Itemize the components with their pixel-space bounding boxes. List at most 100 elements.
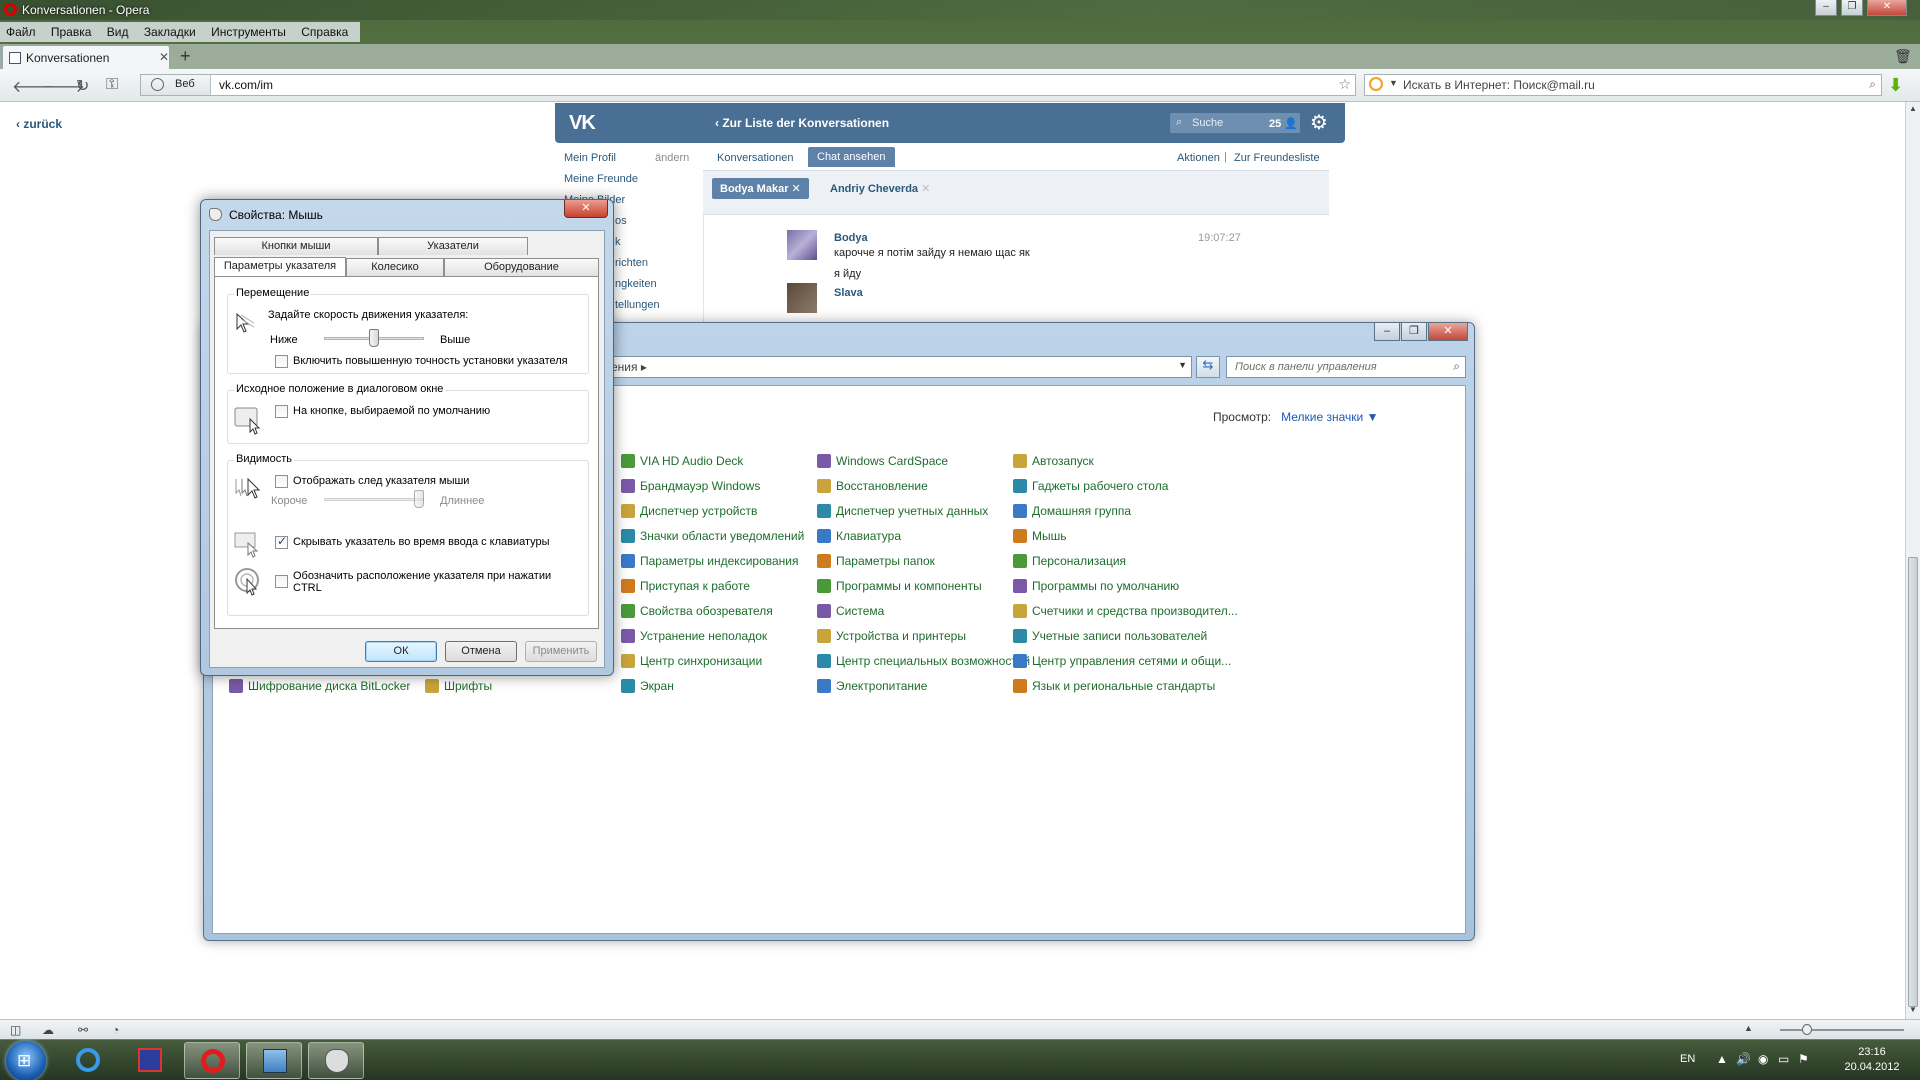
download-icon[interactable]: ⬇: [1888, 75, 1910, 95]
menu-bookmarks[interactable]: Закладки: [138, 22, 202, 39]
participant-chip[interactable]: Bodya Makar ✕: [712, 178, 809, 199]
flag-icon[interactable]: ⚑: [1798, 1052, 1809, 1066]
volume-icon[interactable]: 🔊: [1736, 1052, 1751, 1066]
clock[interactable]: 23:16 20.04.2012: [1840, 1045, 1904, 1075]
menu-edit[interactable]: Правка: [45, 22, 98, 39]
sidebar-edit-link[interactable]: ändern: [655, 152, 689, 164]
cp-item[interactable]: Система: [817, 604, 884, 618]
taskbar-control-panel[interactable]: [246, 1042, 302, 1079]
cp-item[interactable]: Диспетчер учетных данных: [817, 504, 988, 518]
tab-pointers[interactable]: Указатели: [378, 237, 528, 255]
cp-item[interactable]: Восстановление: [817, 479, 928, 493]
zoom-arrow-icon[interactable]: ▲: [1744, 1023, 1753, 1033]
gear-icon[interactable]: ⚙: [1310, 110, 1328, 135]
panel-toggle-icon[interactable]: ◫: [10, 1023, 21, 1037]
cp-item[interactable]: Экран: [621, 679, 674, 693]
menu-help[interactable]: Справка: [295, 22, 354, 39]
tab-conversations[interactable]: Konversationen: [717, 152, 793, 164]
web-badge[interactable]: Веб: [141, 75, 211, 95]
to-list-link[interactable]: ‹ Zur Liste der Konversationen: [715, 116, 889, 130]
cp-search-input[interactable]: Поиск в панели управления ⌕: [1226, 356, 1466, 378]
cp-item[interactable]: Параметры индексирования: [621, 554, 798, 568]
trails-length-slider[interactable]: [324, 498, 424, 501]
page-scrollbar[interactable]: ▲ ▼: [1905, 102, 1920, 1019]
message-author[interactable]: Bodya: [834, 232, 868, 244]
message-author[interactable]: Slava: [834, 287, 863, 299]
zoom-slider-thumb[interactable]: [1802, 1024, 1812, 1035]
tab-hardware[interactable]: Оборудование: [444, 258, 599, 276]
snap-to-default-checkbox[interactable]: [275, 405, 288, 418]
cp-item[interactable]: Автозапуск: [1013, 454, 1094, 468]
cp-item[interactable]: Клавиатура: [817, 529, 901, 543]
cancel-button[interactable]: Отмена: [445, 641, 517, 662]
taskbar-opera[interactable]: [184, 1042, 240, 1079]
start-button[interactable]: ⊞: [6, 1041, 46, 1080]
close-window-button[interactable]: ✕: [1867, 0, 1907, 16]
tab-konversationen[interactable]: Konversationen ✕: [2, 45, 170, 69]
cp-item[interactable]: Гаджеты рабочего стола: [1013, 479, 1168, 493]
cp-item[interactable]: Шрифты: [425, 679, 492, 693]
cp-item[interactable]: Центр синхронизации: [621, 654, 762, 668]
bookmark-star-icon[interactable]: ☆: [1338, 76, 1351, 93]
tab-wheel[interactable]: Колесико: [346, 258, 444, 276]
scroll-thumb[interactable]: [1908, 557, 1918, 1007]
show-location-checkbox[interactable]: [275, 575, 288, 588]
cp-item[interactable]: Программы и компоненты: [817, 579, 982, 593]
vk-search-input[interactable]: ⌕ Suche 25 👤: [1170, 113, 1300, 133]
cp-item[interactable]: Устройства и принтеры: [817, 629, 966, 643]
cp-item[interactable]: Счетчики и средства производител...: [1013, 604, 1238, 618]
cp-item[interactable]: Язык и региональные стандарты: [1013, 679, 1215, 693]
tab-pointer-options[interactable]: Параметры указателя: [214, 257, 346, 276]
network-icon[interactable]: ◉: [1758, 1052, 1768, 1066]
address-field[interactable]: Веб vk.com/im ☆: [140, 74, 1356, 96]
tab-mouse-buttons[interactable]: Кнопки мыши: [214, 237, 378, 255]
taskbar-save[interactable]: [122, 1042, 178, 1079]
close-tab-icon[interactable]: ✕: [159, 50, 169, 64]
back-link[interactable]: ‹ zurück: [16, 117, 62, 131]
cp-breadcrumb[interactable]: ения ▸: [611, 360, 647, 374]
refresh-icon[interactable]: ⇆: [1196, 356, 1220, 378]
sidebar-item-settings[interactable]: tellungen: [615, 299, 660, 311]
sidebar-item-videos[interactable]: os: [615, 215, 627, 227]
turbo-cloud-icon[interactable]: ☁: [42, 1023, 54, 1037]
search-field[interactable]: ▼ Искать в Интернет: Поиск@mail.ru ⌕: [1364, 74, 1882, 96]
trails-length-slider-thumb[interactable]: [414, 490, 424, 508]
avatar[interactable]: [787, 230, 817, 260]
reload-icon[interactable]: ↻: [76, 76, 89, 96]
new-tab-button[interactable]: +: [180, 46, 191, 67]
sidebar-item-profile[interactable]: Mein Profil: [564, 152, 616, 164]
search-icon[interactable]: ⌕: [1869, 77, 1876, 92]
show-hidden-icons-icon[interactable]: ▲: [1716, 1052, 1728, 1066]
tab-view-chat[interactable]: Chat ansehen: [808, 147, 895, 167]
cp-item[interactable]: Значки области уведомлений: [621, 529, 804, 543]
cp-item[interactable]: Параметры папок: [817, 554, 935, 568]
cp-item[interactable]: Шифрование диска BitLocker: [229, 679, 410, 693]
hide-pointer-checkbox[interactable]: [275, 534, 288, 549]
view-selector[interactable]: Просмотр: Мелкие значки ▼: [1213, 410, 1378, 424]
cp-item[interactable]: VIA HD Audio Deck: [621, 454, 743, 468]
friends-list-link[interactable]: Zur Freundesliste: [1234, 152, 1320, 164]
cp-item[interactable]: Центр управления сетями и общи...: [1013, 654, 1231, 668]
sidebar-item-messages[interactable]: richten: [615, 257, 648, 269]
speed-slider-thumb[interactable]: [369, 329, 379, 347]
minimize-button[interactable]: –: [1374, 323, 1400, 341]
cp-item[interactable]: Домашняя группа: [1013, 504, 1131, 518]
scroll-down-icon[interactable]: ▼: [1909, 1005, 1917, 1014]
zoom-slider[interactable]: [1780, 1024, 1904, 1035]
enhance-precision-checkbox[interactable]: [275, 355, 288, 368]
menu-view[interactable]: Вид: [101, 22, 135, 39]
cp-item[interactable]: Windows CardSpace: [817, 454, 948, 468]
cp-item[interactable]: Приступая к работе: [621, 579, 750, 593]
view-value[interactable]: Мелкие значки ▼: [1281, 410, 1378, 424]
sidebar-item-music[interactable]: k: [615, 236, 621, 248]
cp-item[interactable]: Персонализация: [1013, 554, 1126, 568]
scroll-up-icon[interactable]: ▲: [1909, 104, 1917, 113]
menu-tools[interactable]: Инструменты: [205, 22, 292, 39]
menu-file[interactable]: Файл: [0, 22, 42, 39]
cp-item[interactable]: Программы по умолчанию: [1013, 579, 1179, 593]
trash-icon[interactable]: 🗑: [1894, 48, 1912, 65]
remove-icon[interactable]: ✕: [921, 183, 930, 195]
cp-item[interactable]: Электропитание: [817, 679, 927, 693]
chevron-down-icon[interactable]: ▼: [1389, 78, 1398, 88]
participant-chip[interactable]: Andriy Cheverda ✕: [830, 182, 930, 195]
